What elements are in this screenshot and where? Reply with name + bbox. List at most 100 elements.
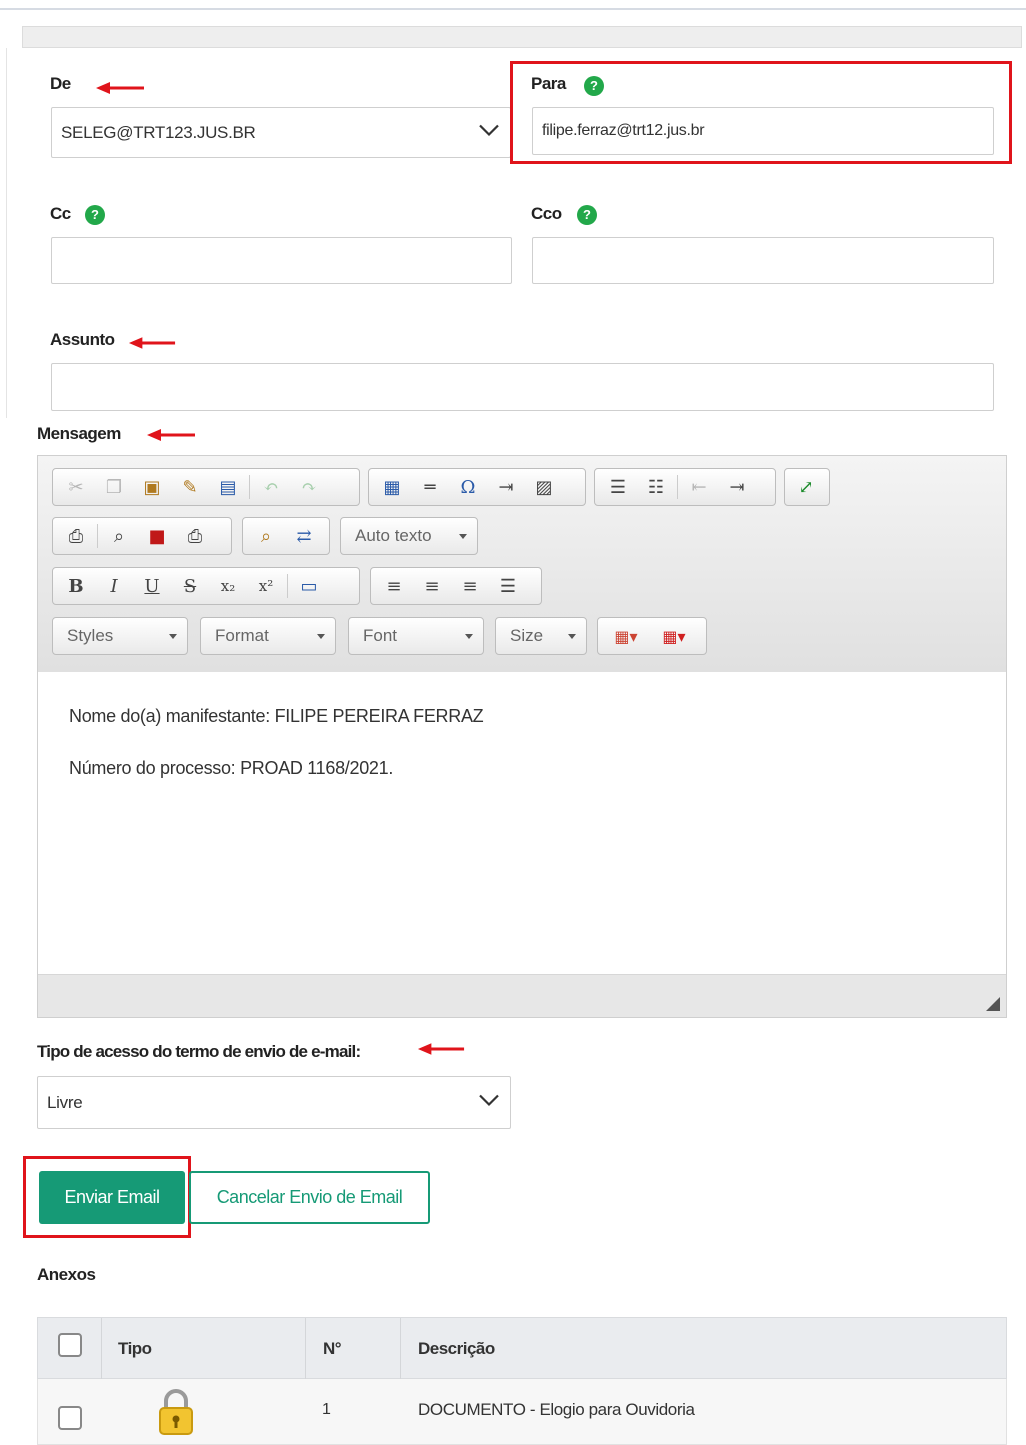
attachments-table: Tipo N° Descrição 1 DOCUMENTO - Elogio p… <box>37 1317 1007 1445</box>
italic-icon[interactable]: I <box>97 571 131 601</box>
maximize-icon[interactable]: ⤢ <box>789 472 823 502</box>
text-color-icon[interactable]: ▦▾ <box>604 621 648 651</box>
subject-input[interactable] <box>51 363 994 411</box>
column-divider <box>101 1318 102 1380</box>
auto-text-label: Auto texto <box>355 526 432 545</box>
help-icon[interactable]: ? <box>584 76 604 96</box>
chevron-down-icon <box>169 634 177 639</box>
document-group: ⎙ ⌕ ■ ⎙ <box>52 517 232 555</box>
paste-word-icon[interactable]: ▤ <box>211 472 245 502</box>
format-combo[interactable]: Format <box>200 617 336 655</box>
toolbar-separator <box>677 475 678 499</box>
column-header-tipo[interactable]: Tipo <box>118 1339 152 1359</box>
subscript-icon[interactable]: x₂ <box>211 571 245 601</box>
background-color-icon[interactable]: ▦▾ <box>652 621 696 651</box>
undo-icon[interactable]: ↶ <box>254 472 288 502</box>
from-label: De <box>50 74 71 93</box>
outdent-icon[interactable]: ⇤ <box>682 472 716 502</box>
paste-icon[interactable]: ▣ <box>135 472 169 502</box>
subject-label: Assunto <box>50 330 115 349</box>
pdf-icon[interactable]: ■ <box>140 521 174 551</box>
format-label: Format <box>215 626 269 645</box>
editor-footer <box>38 974 1006 1017</box>
underline-icon[interactable]: U <box>135 571 169 601</box>
numbered-list-icon[interactable]: ☰ <box>601 472 635 502</box>
basic-styles-group: B I U S x₂ x² ▭ <box>52 567 360 605</box>
strike-icon[interactable]: S <box>173 571 207 601</box>
font-combo[interactable]: Font <box>348 617 484 655</box>
auto-text-combo[interactable]: Auto texto <box>340 517 478 555</box>
special-char-icon[interactable]: Ω <box>451 472 485 502</box>
toolbar-separator <box>249 475 250 499</box>
styles-combo[interactable]: Styles <box>52 617 188 655</box>
page-break-icon[interactable]: ⇥ <box>489 472 523 502</box>
to-value: filipe.ferraz@trt12.jus.br <box>542 122 705 139</box>
cc-input[interactable] <box>51 237 512 284</box>
bcc-input[interactable] <box>532 237 994 284</box>
resize-handle-icon[interactable] <box>986 997 1000 1011</box>
preview-icon[interactable]: ⌕ <box>102 521 136 551</box>
replace-icon[interactable]: ⇄ <box>287 521 321 551</box>
table-icon[interactable]: ▦ <box>375 472 409 502</box>
column-header-descricao[interactable]: Descrição <box>418 1339 495 1359</box>
toolbar-separator <box>287 574 288 598</box>
column-header-numero[interactable]: N° <box>323 1339 342 1359</box>
align-center-icon[interactable]: ≡ <box>415 571 449 601</box>
access-type-select[interactable]: Livre <box>37 1076 511 1129</box>
horizontal-rule-icon[interactable]: ═ <box>413 472 447 502</box>
chevron-down-icon <box>317 634 325 639</box>
font-label: Font <box>363 626 398 645</box>
column-divider <box>400 1318 401 1380</box>
row-checkbox[interactable] <box>58 1406 82 1430</box>
column-divider <box>305 1318 306 1380</box>
copy-icon[interactable]: ❐ <box>97 472 131 502</box>
select-all-checkbox[interactable] <box>58 1333 82 1357</box>
editor-content[interactable]: Nome do(a) manifestante: FILIPE PEREIRA … <box>38 672 1006 975</box>
cancel-email-button[interactable]: Cancelar Envio de Email <box>189 1171 430 1224</box>
content-line: Nome do(a) manifestante: FILIPE PEREIRA … <box>69 706 484 726</box>
to-input[interactable]: filipe.ferraz@trt12.jus.br <box>532 107 994 155</box>
align-left-icon[interactable]: ≡ <box>377 571 411 601</box>
styles-label: Styles <box>67 626 114 645</box>
from-select[interactable]: SELEG@TRT123.JUS.BR <box>51 107 511 158</box>
align-right-icon[interactable]: ≡ <box>453 571 487 601</box>
cut-icon[interactable]: ✂ <box>59 472 93 502</box>
rich-text-editor[interactable]: ✂ ❐ ▣ ✎ ▤ ↶ ↷ ▦ ═ Ω ⇥ ▨ ☰ ☷ ⇤ ⇥ ⤢ ⎙ ⌕ ■ … <box>37 455 1007 1018</box>
message-label: Mensagem <box>37 424 121 443</box>
row-number: 1 <box>322 1401 331 1418</box>
toolbar-separator <box>97 524 98 548</box>
editor-toolbar: ✂ ❐ ▣ ✎ ▤ ↶ ↷ ▦ ═ Ω ⇥ ▨ ☰ ☷ ⇤ ⇥ ⤢ ⎙ ⌕ ■ … <box>38 456 1006 673</box>
help-icon[interactable]: ? <box>577 205 597 225</box>
bold-icon[interactable]: B <box>59 571 93 601</box>
colors-group: ▦▾ ▦▾ <box>597 617 707 655</box>
send-email-button[interactable]: Enviar Email <box>39 1171 185 1224</box>
redo-icon[interactable]: ↷ <box>292 472 326 502</box>
chevron-down-icon <box>478 1093 500 1112</box>
size-combo[interactable]: Size <box>495 617 587 655</box>
row-description[interactable]: DOCUMENTO - Elogio para Ouvidoria <box>418 1400 695 1420</box>
chevron-down-icon <box>478 123 500 142</box>
paste-text-icon[interactable]: ✎ <box>173 472 207 502</box>
list-group: ☰ ☷ ⇤ ⇥ <box>594 468 776 506</box>
print-icon[interactable]: ⎙ <box>178 521 212 551</box>
header-strip <box>22 26 1022 48</box>
indent-icon[interactable]: ⇥ <box>720 472 754 502</box>
remove-format-icon[interactable]: ▭ <box>292 571 326 601</box>
chevron-down-icon <box>465 634 473 639</box>
bulleted-list-icon[interactable]: ☷ <box>639 472 673 502</box>
tools-group: ⤢ <box>784 468 830 506</box>
source-icon[interactable]: ⎙ <box>59 521 93 551</box>
justify-icon[interactable]: ☰ <box>491 571 525 601</box>
content-line: Número do processo: PROAD 1168/2021. <box>69 758 394 778</box>
find-group: ⌕ ⇄ <box>242 517 330 555</box>
to-label: Para <box>531 74 566 93</box>
find-icon[interactable]: ⌕ <box>249 521 283 551</box>
chevron-down-icon <box>568 634 576 639</box>
help-icon[interactable]: ? <box>85 205 105 225</box>
image-icon[interactable]: ▨ <box>527 472 561 502</box>
size-label: Size <box>510 626 544 645</box>
superscript-icon[interactable]: x² <box>249 571 283 601</box>
table-header: Tipo N° Descrição <box>37 1317 1007 1380</box>
chevron-down-icon <box>459 534 467 539</box>
top-border <box>0 8 1026 10</box>
